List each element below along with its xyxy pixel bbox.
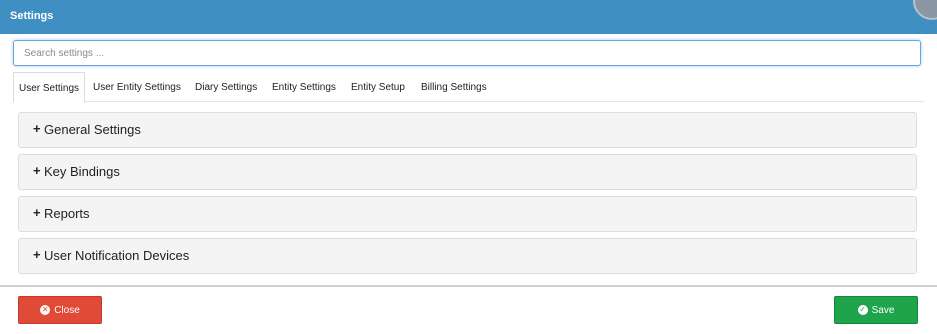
tab-entity-settings[interactable]: Entity Settings — [272, 72, 336, 102]
close-button[interactable]: ✕ Close — [18, 296, 102, 324]
panel-general-settings[interactable]: + General Settings — [18, 112, 917, 148]
tab-billing-settings[interactable]: Billing Settings — [421, 72, 487, 102]
window-title: Settings — [10, 10, 54, 22]
panel-label: Reports — [44, 206, 90, 221]
search-input[interactable] — [13, 40, 921, 66]
panel-label: Key Bindings — [44, 164, 120, 179]
avatar[interactable] — [913, 0, 937, 20]
tab-diary-settings[interactable]: Diary Settings — [195, 72, 257, 102]
footer-divider — [0, 285, 937, 287]
panel-label: User Notification Devices — [44, 248, 190, 263]
tab-user-entity-settings[interactable]: User Entity Settings — [93, 72, 181, 102]
panel-user-notification-devices[interactable]: + User Notification Devices — [18, 238, 917, 274]
panel-key-bindings[interactable]: + Key Bindings — [18, 154, 917, 190]
tab-entity-setup[interactable]: Entity Setup — [351, 72, 405, 102]
settings-tabs: User Settings User Entity Settings Diary… — [13, 72, 924, 103]
check-circle-icon: ✓ — [857, 305, 868, 315]
expand-plus-icon: + — [33, 205, 41, 220]
panel-label: General Settings — [44, 122, 141, 137]
save-button-label: Save — [871, 304, 895, 316]
close-button-label: Close — [54, 304, 80, 316]
x-circle-icon: ✕ — [40, 305, 51, 315]
save-button[interactable]: ✓ Save — [834, 296, 918, 324]
expand-plus-icon: + — [33, 121, 41, 136]
expand-plus-icon: + — [33, 163, 41, 178]
window-titlebar: Settings — [0, 0, 937, 34]
tab-user-settings[interactable]: User Settings — [13, 72, 86, 103]
expand-plus-icon: + — [33, 247, 41, 262]
panel-reports[interactable]: + Reports — [18, 196, 917, 232]
